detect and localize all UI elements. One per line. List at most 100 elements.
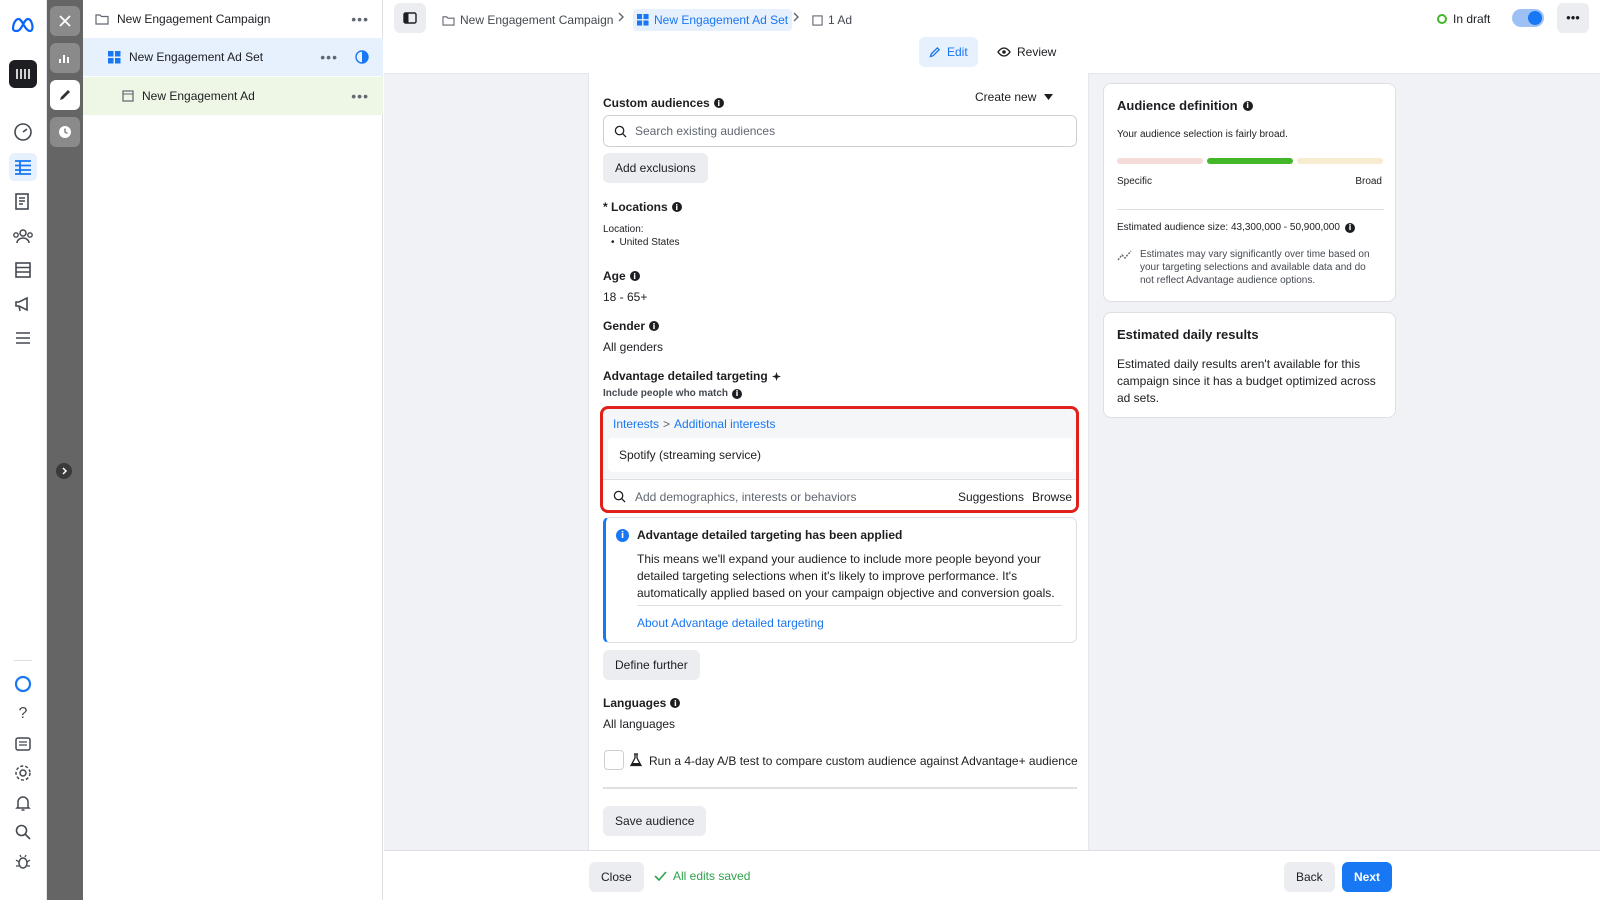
ab-test-checkbox[interactable] — [604, 750, 624, 770]
audience-definition-card: Audience definition i Your audience sele… — [1103, 83, 1396, 302]
chart-icon[interactable] — [50, 43, 80, 73]
info-icon[interactable]: i — [732, 388, 743, 399]
menu-icon[interactable] — [9, 324, 37, 352]
interests-link[interactable]: Interests — [613, 417, 659, 431]
table-icon[interactable] — [9, 153, 37, 181]
meter-segment-mid — [1207, 158, 1293, 164]
tree-campaign-label: New Engagement Campaign — [117, 12, 271, 26]
include-people-text: Include people who match — [603, 388, 729, 399]
top-bar: New Engagement Campaign New Engagement A… — [384, 0, 1600, 36]
tree-adset-label: New Engagement Ad Set — [129, 50, 264, 64]
add-targeting-input[interactable]: Add demographics, interests or behaviors… — [603, 479, 1076, 510]
create-new-label: Create new — [975, 90, 1037, 104]
folder-icon — [442, 15, 455, 26]
bug-icon[interactable] — [9, 848, 37, 876]
browse-link[interactable]: Browse — [1032, 490, 1072, 504]
dashboard-icon[interactable] — [9, 118, 37, 146]
save-audience-button[interactable]: Save audience — [603, 806, 707, 836]
notice-title: Advantage detailed targeting has been ap… — [637, 528, 903, 542]
help-icon[interactable]: ? — [9, 700, 37, 728]
card-divider — [1117, 209, 1384, 210]
news-icon[interactable] — [9, 730, 37, 758]
more-options-icon[interactable]: ••• — [351, 88, 369, 104]
gender-text: Gender — [603, 319, 646, 333]
info-icon[interactable]: i — [649, 321, 660, 331]
tab-edit[interactable]: Edit — [919, 37, 978, 67]
pages-icon[interactable] — [9, 188, 37, 216]
include-people-label: Include people who match i — [603, 388, 743, 399]
tree-item-campaign[interactable]: New Engagement Campaign ••• — [83, 0, 383, 38]
left-nav-rail: ? — [0, 0, 47, 900]
about-advantage-link[interactable]: About Advantage detailed targeting — [637, 616, 824, 630]
info-icon[interactable]: i — [1242, 100, 1253, 111]
campaign-toggle[interactable] — [1512, 9, 1544, 27]
app-icon[interactable] — [9, 60, 37, 88]
info-icon[interactable]: i — [1344, 222, 1355, 233]
folder-icon — [95, 14, 109, 25]
toggle-sidebar-button[interactable] — [394, 3, 426, 33]
expand-chevron-icon[interactable] — [56, 463, 72, 479]
add-exclusions-button[interactable]: Add exclusions — [603, 153, 708, 183]
half-circle-icon[interactable] — [355, 50, 369, 64]
next-button[interactable]: Next — [1342, 862, 1393, 892]
notifications-icon[interactable] — [9, 789, 37, 817]
more-options-icon[interactable]: ••• — [320, 49, 338, 65]
selected-interest-item[interactable]: Spotify (streaming service) — [608, 438, 1073, 472]
custom-audiences-text: Custom audiences — [603, 96, 710, 110]
status-badge: In draft — [1437, 12, 1490, 26]
audience-size-text: Estimated audience size: 43,300,000 - 50… — [1117, 222, 1340, 233]
create-new-dropdown[interactable]: Create new — [975, 90, 1054, 104]
save-status-text: All edits saved — [673, 869, 751, 883]
info-icon[interactable]: i — [713, 98, 724, 108]
info-icon[interactable]: i — [670, 698, 681, 708]
age-text: Age — [603, 269, 626, 283]
chevron-right-icon — [617, 11, 625, 23]
info-icon[interactable]: i — [671, 202, 682, 212]
more-actions-button[interactable]: ••• — [1557, 3, 1589, 33]
meter-specific-label: Specific — [1117, 176, 1153, 187]
info-circle-icon: i — [616, 529, 629, 542]
tab-edit-label: Edit — [947, 45, 968, 59]
custom-audience-search-input[interactable]: Search existing audiences — [603, 115, 1077, 147]
add-targeting-placeholder: Add demographics, interests or behaviors — [635, 489, 857, 504]
additional-interests-link[interactable]: Additional interests — [674, 417, 775, 431]
breadcrumb-adset-label: New Engagement Ad Set — [654, 13, 789, 27]
checkmark-icon — [654, 871, 667, 881]
draft-status-icon — [1437, 14, 1447, 24]
adset-grid-icon — [108, 50, 121, 63]
bullet: • — [611, 237, 615, 248]
eye-icon — [997, 47, 1011, 57]
edit-pencil-icon[interactable] — [50, 80, 80, 110]
define-further-button[interactable]: Define further — [603, 650, 700, 680]
meta-ai-icon[interactable] — [9, 670, 37, 698]
breadcrumb-campaign[interactable]: New Engagement Campaign — [438, 9, 617, 31]
back-button[interactable]: Back — [1284, 862, 1335, 892]
interest-label: Spotify (streaming service) — [619, 448, 762, 462]
tree-item-adset[interactable]: New Engagement Ad Set ••• — [83, 38, 383, 76]
tree-item-ad[interactable]: New Engagement Ad ••• — [83, 77, 383, 115]
info-icon[interactable]: i — [629, 271, 640, 281]
gender-label: Gender i — [603, 319, 660, 333]
suggestions-link[interactable]: Suggestions — [958, 490, 1024, 504]
tab-review[interactable]: Review — [987, 37, 1066, 67]
advantage-targeting-label: Advantage detailed targeting — [603, 369, 781, 383]
breadcrumb-ad-label: 1 Ad — [828, 13, 853, 27]
audience-size-row: Estimated audience size: 43,300,000 - 50… — [1117, 222, 1355, 233]
status-label: In draft — [1453, 12, 1491, 26]
megaphone-icon[interactable] — [9, 290, 37, 318]
rail-divider — [14, 660, 32, 661]
breadcrumb-adset[interactable]: New Engagement Ad Set — [633, 9, 793, 31]
ad-page-icon — [122, 90, 134, 102]
close-button[interactable]: Close — [589, 862, 644, 892]
breadcrumb-ad[interactable]: 1 Ad — [808, 9, 856, 31]
more-options-icon[interactable]: ••• — [351, 11, 369, 27]
close-panel-button[interactable] — [50, 6, 80, 36]
history-icon[interactable] — [50, 117, 80, 147]
trend-icon — [1117, 250, 1132, 261]
search-icon[interactable] — [9, 818, 37, 846]
catalog-icon[interactable] — [9, 256, 37, 284]
meta-logo[interactable] — [9, 11, 37, 39]
audiences-icon[interactable] — [9, 222, 37, 250]
settings-icon[interactable] — [9, 759, 37, 787]
tab-review-label: Review — [1017, 45, 1057, 59]
